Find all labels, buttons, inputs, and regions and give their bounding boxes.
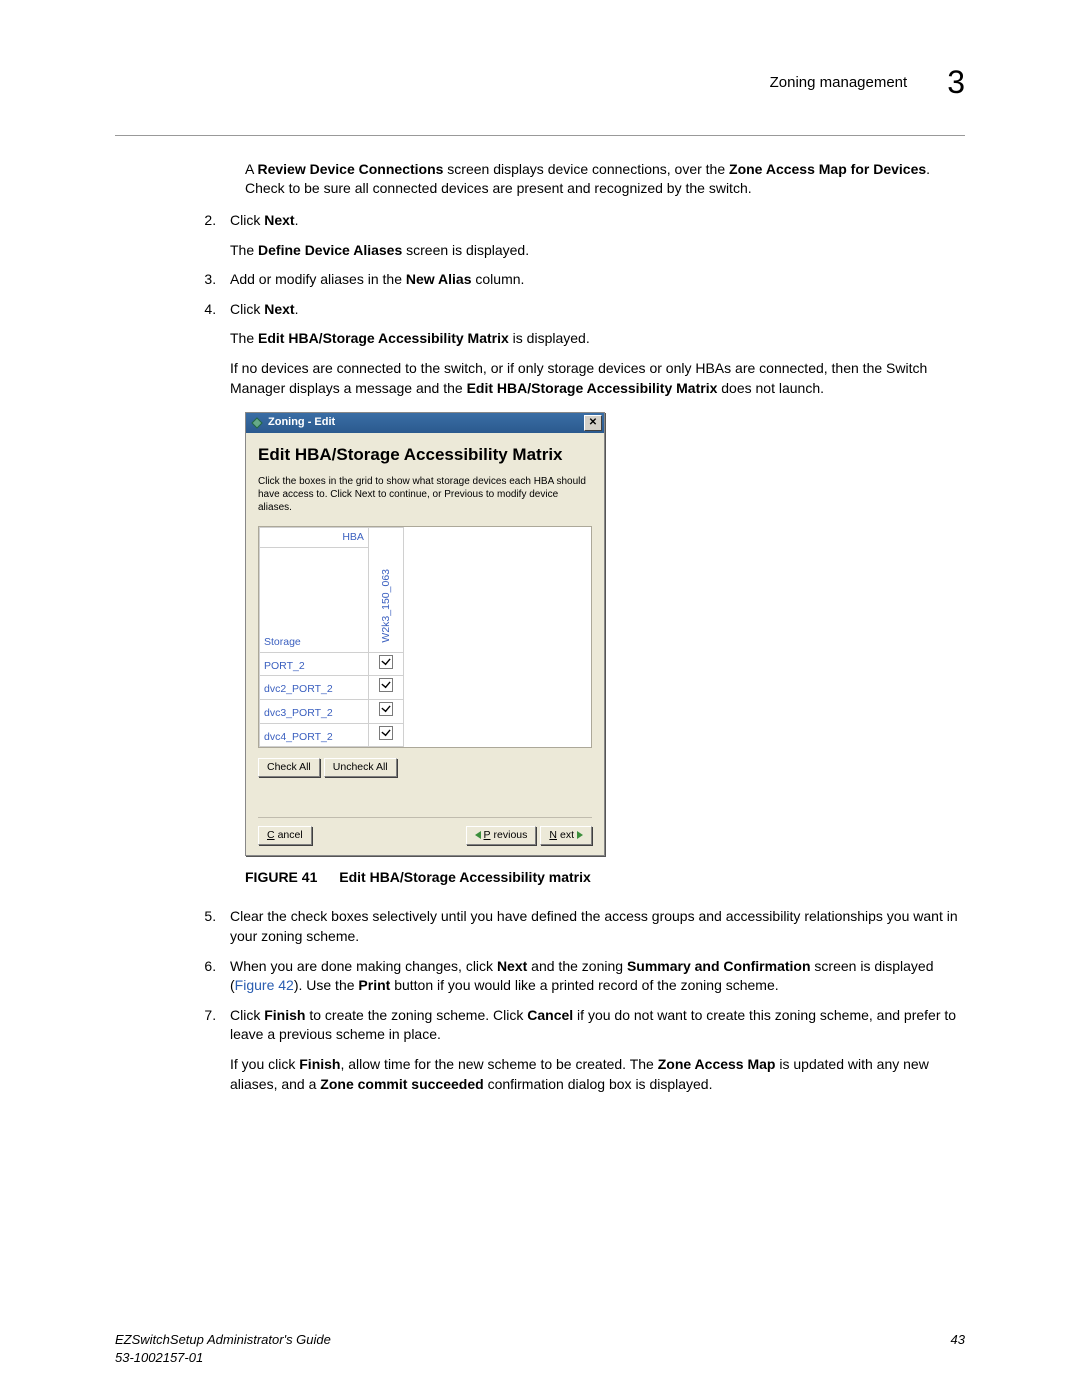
step-2: Click Next. The Define Device Aliases sc… [220, 211, 965, 260]
steps-list-bottom: Clear the check boxes selectively until … [220, 907, 965, 1094]
section-title: Zoning management [770, 72, 908, 93]
zoning-edit-dialog: Zoning - Edit ✕ Edit HBA/Storage Accessi… [245, 412, 605, 856]
dialog-description: Click the boxes in the grid to show what… [258, 475, 592, 514]
storage-header: Storage [260, 547, 369, 652]
dialog-heading: Edit HBA/Storage Accessibility Matrix [258, 443, 592, 467]
dialog-title: Zoning - Edit [268, 415, 335, 430]
matrix-row: dvc2_PORT_2 [260, 676, 404, 700]
steps-list-top: Click Next. The Define Device Aliases sc… [220, 211, 965, 398]
figure-label: FIGURE 41 [245, 869, 317, 885]
chapter-number: 3 [947, 60, 965, 105]
uncheck-all-button[interactable]: Uncheck All [324, 758, 397, 777]
page-header: Zoning management 3 [115, 60, 965, 105]
matrix-checkbox[interactable] [379, 678, 393, 692]
step-3: Add or modify aliases in the New Alias c… [220, 270, 965, 290]
page-footer: EZSwitchSetup Administrator's Guide 53-1… [115, 1331, 965, 1367]
page-number: 43 [951, 1331, 965, 1367]
figure-41: Zoning - Edit ✕ Edit HBA/Storage Accessi… [245, 412, 965, 887]
close-button[interactable]: ✕ [584, 415, 602, 431]
hba-column-header: W2k3_150_063 [368, 527, 403, 652]
figure-42-link[interactable]: Figure 42 [235, 977, 294, 993]
dialog-titlebar: Zoning - Edit ✕ [246, 413, 604, 433]
hba-header: HBA [260, 527, 369, 547]
step-5: Clear the check boxes selectively until … [220, 907, 965, 946]
matrix-checkbox[interactable] [379, 702, 393, 716]
matrix-row: PORT_2 [260, 652, 404, 676]
cancel-button[interactable]: Cancel [258, 826, 312, 845]
previous-button[interactable]: Previous [466, 826, 537, 845]
next-button[interactable]: Next [540, 826, 592, 845]
step-4: Click Next. The Edit HBA/Storage Accessi… [220, 300, 965, 398]
app-icon [250, 416, 264, 430]
accessibility-matrix: HBA W2k3_150_063 Storage PORT_2 dvc2_POR… [258, 526, 592, 748]
header-rule [115, 135, 965, 136]
arrow-right-icon [577, 831, 583, 839]
matrix-row: dvc4_PORT_2 [260, 723, 404, 747]
figure-title: Edit HBA/Storage Accessibility matrix [339, 869, 591, 885]
matrix-row: dvc3_PORT_2 [260, 700, 404, 724]
intro-paragraph: A Review Device Connections screen displ… [245, 160, 965, 199]
arrow-left-icon [475, 831, 481, 839]
matrix-checkbox[interactable] [379, 726, 393, 740]
matrix-checkbox[interactable] [379, 655, 393, 669]
step-7: Click Finish to create the zoning scheme… [220, 1006, 965, 1094]
check-all-button[interactable]: Check All [258, 758, 320, 777]
figure-caption: FIGURE 41 Edit HBA/Storage Accessibility… [245, 868, 965, 888]
footer-left: EZSwitchSetup Administrator's Guide 53-1… [115, 1331, 331, 1367]
step-6: When you are done making changes, click … [220, 957, 965, 996]
